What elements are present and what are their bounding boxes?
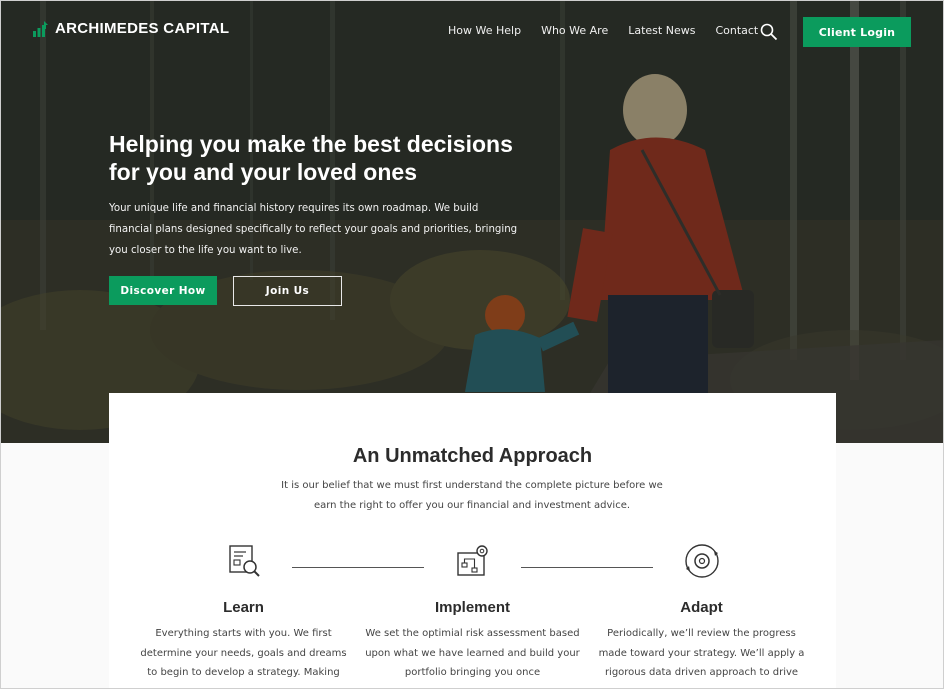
top-navigation: ARCHIMEDES CAPITAL How We Help Who We Ar… <box>0 0 944 64</box>
nav-link-latest-news[interactable]: Latest News <box>628 24 695 37</box>
approach-title: An Unmatched Approach <box>352 445 593 467</box>
hero-section: ARCHIMEDES CAPITAL How We Help Who We Ar… <box>0 0 944 443</box>
nav-link-how-we-help[interactable]: How We Help <box>448 24 521 37</box>
join-us-button[interactable]: Join Us <box>233 276 342 306</box>
approach-card: An Unmatched Approach It is our belief t… <box>109 393 836 689</box>
client-login-button[interactable]: Client Login <box>803 17 911 47</box>
step-text: Everything starts with you. We first det… <box>140 628 347 678</box>
step-title: Learn <box>223 599 264 616</box>
step-implement: Implement We set the optimial risk asses… <box>365 543 580 683</box>
step-title: Adapt <box>680 599 723 616</box>
nav-links: How We Help Who We Are Latest News Conta… <box>448 24 758 37</box>
flowchart-gear-icon <box>456 545 488 576</box>
step-text: We set the optimial risk assessment base… <box>365 628 580 678</box>
step-adapt: Adapt Periodically, we’ll review the pro… <box>594 543 809 683</box>
document-magnifier-icon <box>228 545 260 577</box>
hero-title: Helping you make the best decisions for … <box>109 131 513 185</box>
brand-name: ARCHIMEDES CAPITAL <box>55 20 230 37</box>
step-text: Periodically, we’ll review the progress … <box>598 628 805 678</box>
search-icon[interactable] <box>760 23 778 41</box>
cycle-gear-icon <box>684 544 719 578</box>
discover-how-button[interactable]: Discover How <box>109 276 217 305</box>
step-learn: Learn Everything starts with you. We fir… <box>136 543 351 683</box>
approach-description: It is our belief that we must first unde… <box>281 480 663 511</box>
nav-link-contact[interactable]: Contact <box>715 24 758 37</box>
bar-chart-logo-icon <box>33 20 48 37</box>
step-title: Implement <box>434 599 510 616</box>
brand-logo[interactable]: ARCHIMEDES CAPITAL <box>33 20 229 37</box>
hero-description: Your unique life and financial history r… <box>109 203 518 256</box>
nav-link-who-we-are[interactable]: Who We Are <box>541 24 608 37</box>
